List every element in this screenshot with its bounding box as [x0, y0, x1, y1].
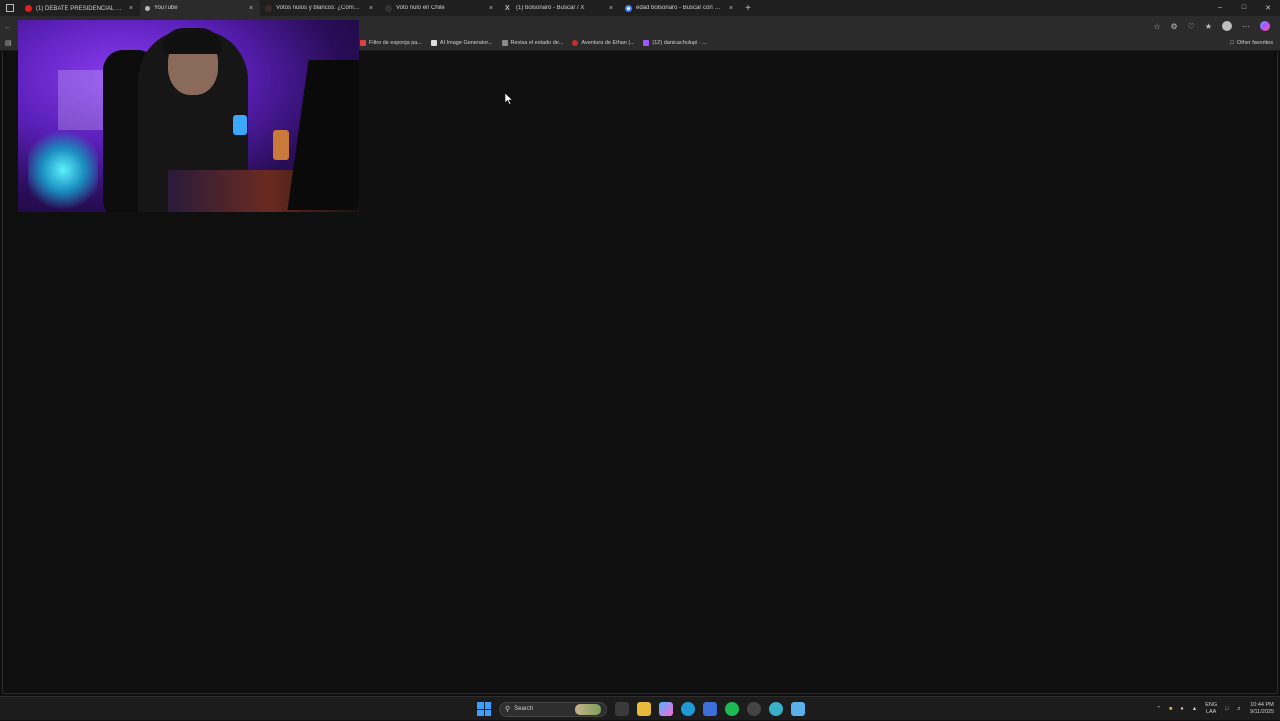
volume-icon[interactable]: ♬ — [1236, 706, 1242, 712]
favorite-label: (12) danicachulupi · ... — [652, 40, 707, 46]
close-window-button[interactable]: ✕ — [1256, 4, 1280, 12]
spotify-icon[interactable] — [725, 702, 739, 716]
close-tab-icon[interactable]: × — [367, 5, 375, 12]
close-tab-icon[interactable]: × — [607, 5, 615, 12]
x-favicon-icon: X — [505, 4, 510, 12]
favorite-item[interactable]: Filtro de esponja pa... — [360, 40, 422, 46]
favorite-item[interactable]: (12) danicachulupi · ... — [643, 40, 707, 46]
clock-time: 10:44 PM — [1250, 702, 1274, 708]
streamer-cap — [162, 28, 222, 54]
back-arrow-icon[interactable]: ← — [4, 22, 18, 31]
file-explorer-icon[interactable] — [637, 702, 651, 716]
close-tab-icon[interactable]: × — [487, 5, 495, 12]
close-tab-icon[interactable]: × — [127, 5, 135, 12]
tab-votos-nulos[interactable]: Votos nulos y blancos: ¿Cómo se × — [260, 0, 380, 16]
favorite-label: Aventura de Ethan |... — [581, 40, 635, 46]
folder-icon: □ — [1230, 40, 1234, 46]
favorite-item[interactable]: Aventura de Ethan |... — [572, 40, 634, 46]
tab-actions-icon[interactable] — [0, 0, 20, 16]
toolbar-actions: ☆ ⚙ ♡ ★ ⋯ — [1153, 21, 1276, 31]
tray-app-icon[interactable]: ■ — [1169, 706, 1172, 712]
clock-date: 9/11/2025 — [1249, 709, 1274, 715]
notepad-icon[interactable] — [791, 702, 805, 716]
taskbar: ⚲ Search ⌃ ■ ● ▲ ENG LAA □ ♬ 10:44 PM 9/… — [0, 696, 1280, 720]
desk-lamp — [233, 115, 247, 135]
lang-bottom: LAA — [1205, 709, 1217, 715]
tab-title: (1) DEBATE PRESIDENCIAL 2025 🎦 — [36, 5, 123, 12]
copilot-app-icon[interactable] — [659, 702, 673, 716]
browser-essentials-icon[interactable]: ♡ — [1188, 22, 1195, 31]
tab-title: YouTube — [154, 5, 178, 11]
tab-google-search[interactable]: edad bolsonaro - Buscar con Goo × — [620, 0, 740, 16]
other-favorites[interactable]: □ Other favorites — [1230, 40, 1273, 46]
reading-view-icon[interactable]: ▤ — [5, 39, 12, 47]
youtube-favicon-icon — [25, 4, 32, 12]
twitch-icon — [643, 40, 650, 46]
browser-app-icon[interactable] — [769, 702, 783, 716]
microphone-icon[interactable]: ● — [1180, 706, 1183, 712]
lang-top: ENG — [1205, 702, 1218, 708]
tab-title: Votos nulos y blancos: ¿Cómo se — [276, 5, 363, 11]
search-highlight-art — [575, 703, 601, 715]
tab-youtube[interactable]: YouTube × — [140, 0, 260, 16]
profile-avatar-icon[interactable] — [1222, 21, 1232, 31]
copilot-icon[interactable] — [1260, 21, 1270, 31]
favorite-star-icon[interactable]: ☆ — [1153, 22, 1160, 31]
favorite-label: AI Image Generator... — [439, 40, 493, 46]
store-icon[interactable] — [703, 702, 717, 716]
search-icon: ⚲ — [505, 706, 511, 713]
tab-voto-nulo-chile[interactable]: Voto nulo en Chile × — [380, 0, 500, 16]
loading-favicon-icon — [145, 5, 150, 11]
tab-strip: (1) DEBATE PRESIDENCIAL 2025 🎦 × YouTube… — [0, 0, 1280, 16]
usb-icon[interactable]: ▲ — [1192, 706, 1197, 712]
favorite-label: Filtro de esponja pa... — [369, 40, 422, 46]
heart-shield-icon — [360, 40, 366, 46]
favorite-item[interactable]: AI Image Generator... — [430, 40, 493, 46]
aquarium-light — [28, 130, 98, 210]
w-site-icon — [501, 40, 508, 46]
google-favicon-icon — [625, 4, 632, 12]
webcam-overlay — [18, 20, 359, 212]
window-controls: – □ ✕ — [1208, 4, 1280, 12]
extensions-icon[interactable]: ⚙ — [1170, 22, 1177, 31]
tab-title: (1) bolsonaro - Buscar / X — [516, 5, 585, 11]
task-view-icon[interactable] — [615, 702, 629, 716]
windows-start-icon[interactable] — [477, 702, 491, 716]
site-circle-icon — [572, 40, 579, 46]
taskbar-apps: ⚲ Search — [477, 697, 805, 721]
search-placeholder: Search — [514, 706, 534, 712]
tab-title: edad bolsonaro - Buscar con Goo — [636, 5, 723, 11]
close-tab-icon[interactable]: × — [247, 5, 255, 12]
monitor — [287, 60, 359, 210]
favorite-label: Revisa el estado de... — [510, 40, 564, 46]
network-icon[interactable]: □ — [1225, 706, 1228, 712]
input-language[interactable]: ENG LAA — [1205, 702, 1217, 716]
favorites-icon[interactable]: ★ — [1205, 22, 1212, 31]
obs-icon[interactable] — [747, 702, 761, 716]
cup — [273, 130, 289, 160]
more-menu-icon[interactable]: ⋯ — [1242, 22, 1250, 31]
edge-icon[interactable] — [681, 702, 695, 716]
favorite-item[interactable]: Revisa el estado de... — [501, 40, 564, 46]
minimize-button[interactable]: – — [1208, 4, 1232, 12]
clock[interactable]: 10:44 PM 9/11/2025 — [1250, 702, 1274, 716]
taskbar-search[interactable]: ⚲ Search — [499, 701, 607, 717]
tab-debate[interactable]: (1) DEBATE PRESIDENCIAL 2025 🎦 × — [20, 0, 140, 16]
site-favicon-icon — [385, 4, 392, 12]
tab-x-search[interactable]: X (1) bolsonaro - Buscar / X × — [500, 0, 620, 16]
system-tray: ⌃ ■ ● ▲ ENG LAA □ ♬ 10:44 PM 9/11/2025 — [1156, 697, 1274, 721]
chevron-up-icon[interactable]: ⌃ — [1156, 706, 1161, 712]
new-tab-button[interactable]: + — [740, 3, 756, 14]
mouse-cursor-icon — [505, 93, 513, 105]
close-tab-icon[interactable]: × — [727, 5, 735, 12]
site-favicon-icon — [265, 4, 272, 12]
other-favorites-label: Other favorites — [1236, 40, 1273, 46]
maximize-button[interactable]: □ — [1232, 4, 1256, 12]
tab-title: Voto nulo en Chile — [396, 5, 445, 11]
grid-app-icon — [430, 40, 437, 46]
